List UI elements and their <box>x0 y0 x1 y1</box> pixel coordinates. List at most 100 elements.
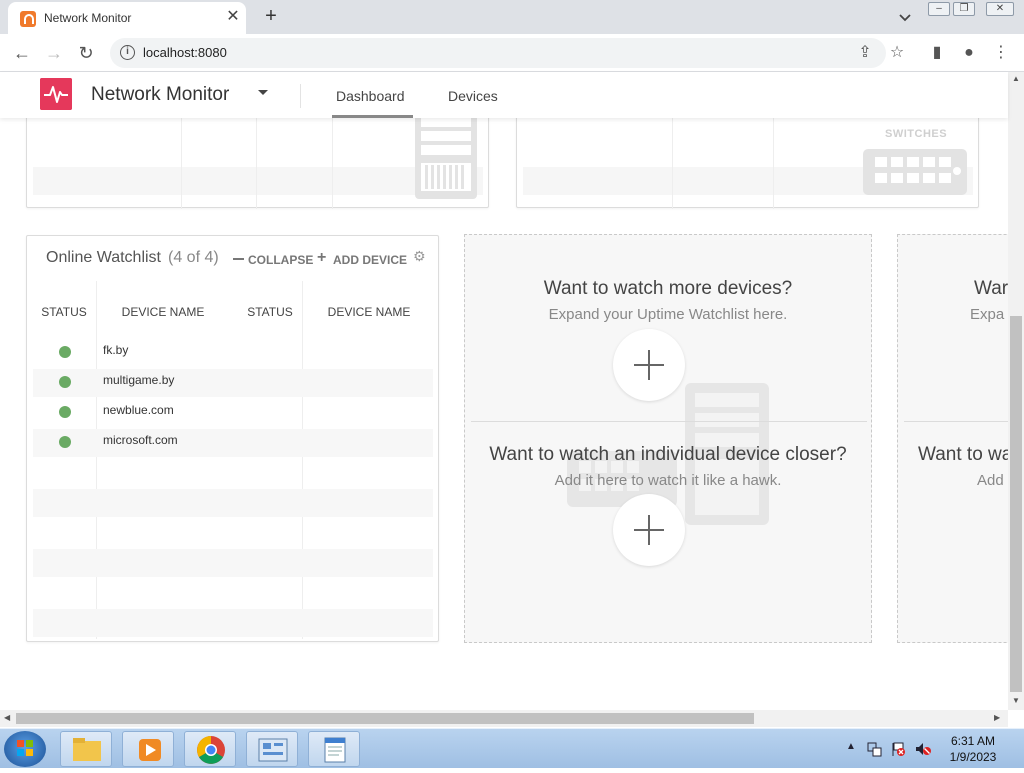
tab-search-chevron-icon[interactable] <box>896 8 914 26</box>
site-info-icon[interactable]: i <box>120 45 135 60</box>
tab-devices[interactable]: Devices <box>448 88 498 104</box>
server-rack-icon <box>415 118 477 199</box>
online-status-dot-icon <box>59 346 71 358</box>
online-status-dot-icon <box>59 406 71 418</box>
windows-start-button[interactable] <box>4 731 46 767</box>
device-name[interactable]: microsoft.com <box>103 433 178 447</box>
collapse-label: COLLAPSE <box>248 253 314 267</box>
back-arrow-icon[interactable]: ← <box>10 42 34 64</box>
table-row[interactable]: multigame.by <box>27 367 438 397</box>
new-tab-button[interactable]: + <box>260 5 282 27</box>
show-hidden-icons-arrow-icon[interactable]: ▲ <box>846 741 856 752</box>
close-window-button[interactable]: ✕ <box>986 2 1014 16</box>
header-divider <box>300 84 301 108</box>
switches-label: SWITCHES <box>885 128 948 140</box>
scroll-down-arrow-icon[interactable]: ▼ <box>1012 696 1020 705</box>
vertical-scroll-thumb[interactable] <box>1010 316 1022 692</box>
servers-card <box>26 118 489 209</box>
share-icon[interactable]: ⇪ <box>854 42 876 64</box>
active-tab-indicator <box>332 115 413 118</box>
watch-closer-title-partial: Want to wa <box>918 444 1008 465</box>
browser-menu-icon[interactable]: ⋮ <box>990 42 1012 64</box>
watch-more-title: Want to watch more devices? <box>543 278 793 299</box>
browser-toolbar: ← → ↻ i localhost:8080 ⇪ ☆ ▮ ● ⋮ <box>0 34 1024 72</box>
browser-tabstrip: Network Monitor ✕ + – ❐ ✕ <box>0 0 1024 34</box>
scroll-left-arrow-icon[interactable]: ◀ <box>4 713 10 722</box>
plus-icon: + <box>317 249 327 266</box>
network-monitor-favicon-icon <box>20 11 36 27</box>
vertical-scrollbar[interactable]: ▲ ▼ <box>1008 72 1024 710</box>
close-tab-icon[interactable]: ✕ <box>224 8 242 26</box>
dashboard-content: SWITCHES Online Watchlist (4 of 4) COLLA… <box>0 118 1008 710</box>
watchlist-promo-panel-right: War Expa Want to wa Add <box>897 234 1008 643</box>
forward-arrow-icon[interactable]: → <box>42 42 66 64</box>
volume-muted-icon[interactable] <box>914 741 932 757</box>
network-monitor-logo-icon[interactable] <box>40 78 72 110</box>
column-header-device-name: DEVICE NAME <box>121 305 205 319</box>
device-name[interactable]: fk.by <box>103 343 128 357</box>
scroll-right-arrow-icon[interactable]: ▶ <box>994 713 1000 722</box>
online-status-dot-icon <box>59 376 71 388</box>
browser-tab[interactable]: Network Monitor ✕ <box>8 2 246 34</box>
chrome-icon <box>197 736 225 764</box>
add-watch-device-plus-icon[interactable] <box>613 329 685 401</box>
media-player-taskbar-button[interactable] <box>122 731 174 767</box>
clock-date: 1/9/2023 <box>949 750 997 764</box>
scroll-up-arrow-icon[interactable]: ▲ <box>1012 74 1020 83</box>
watch-closer-subtitle: Add it here to watch it like a hawk. <box>554 472 782 489</box>
horizontal-scroll-thumb[interactable] <box>16 713 754 724</box>
watchlist-count: (4 of 4) <box>168 249 219 266</box>
control-panel-taskbar-button[interactable] <box>246 731 298 767</box>
device-name[interactable]: multigame.by <box>103 373 174 387</box>
app-switcher-caret-icon[interactable] <box>258 90 268 95</box>
reload-icon[interactable]: ↻ <box>74 42 98 64</box>
media-player-icon <box>139 739 161 761</box>
online-watchlist-card: Online Watchlist (4 of 4) COLLAPSE + ADD… <box>26 235 439 642</box>
side-panel-icon[interactable]: ▮ <box>926 42 948 64</box>
file-explorer-taskbar-button[interactable] <box>60 731 112 767</box>
add-individual-device-plus-icon[interactable] <box>613 494 685 566</box>
windows-logo-icon <box>17 740 33 756</box>
network-switch-icon <box>863 149 967 195</box>
app-title[interactable]: Network Monitor <box>91 84 229 106</box>
settings-gear-icon[interactable]: ⚙ <box>413 248 426 265</box>
watch-more-subtitle: Expand your Uptime Watchlist here. <box>548 306 788 323</box>
column-header-device-name-2: DEVICE NAME <box>327 305 411 319</box>
app-header: Network Monitor Dashboard Devices <box>0 72 1008 118</box>
profile-avatar-icon[interactable]: ● <box>958 42 980 64</box>
column-header-status-2: STATUS <box>247 305 293 319</box>
watch-more-subtitle-partial: Expa <box>970 306 1005 323</box>
online-status-dot-icon <box>59 436 71 448</box>
clock-time: 6:31 AM <box>950 734 996 748</box>
add-device-label: ADD DEVICE <box>333 253 408 267</box>
device-name[interactable]: newblue.com <box>103 403 174 417</box>
tab-title: Network Monitor <box>44 11 132 25</box>
horizontal-scrollbar[interactable]: ◀ ▶ <box>0 710 1008 727</box>
notepad-taskbar-button[interactable] <box>308 731 360 767</box>
tab-dashboard[interactable]: Dashboard <box>336 88 405 104</box>
switches-card: SWITCHES <box>516 118 979 209</box>
notepad-icon <box>324 737 346 763</box>
chrome-taskbar-button[interactable] <box>184 731 236 767</box>
minus-icon <box>233 258 244 260</box>
url-text[interactable]: localhost:8080 <box>143 45 227 60</box>
minimize-window-button[interactable]: – <box>928 2 950 16</box>
table-row[interactable]: fk.by <box>27 337 438 367</box>
bookmark-star-icon[interactable]: ☆ <box>886 42 908 64</box>
table-row-stripe <box>33 609 433 637</box>
control-panel-icon <box>258 738 288 762</box>
folder-icon <box>73 738 101 761</box>
watch-closer-title: Want to watch an individual device close… <box>489 444 847 465</box>
network-tray-icon[interactable] <box>866 741 882 757</box>
address-bar[interactable]: i localhost:8080 <box>110 38 886 68</box>
table-row[interactable]: microsoft.com <box>27 427 438 457</box>
watchlist-promo-panel: Want to watch more devices? Expand your … <box>464 234 872 643</box>
taskbar-clock[interactable]: 6:31 AM 1/9/2023 <box>940 733 1006 765</box>
table-row-stripe <box>33 489 433 517</box>
maximize-window-button[interactable]: ❐ <box>953 2 975 16</box>
table-row[interactable]: newblue.com <box>27 397 438 427</box>
watchlist-title: Online Watchlist <box>46 249 161 266</box>
column-header-status: STATUS <box>41 305 87 319</box>
action-center-warning-icon[interactable] <box>890 741 906 757</box>
windows-taskbar: ▲ 6:31 AM 1/9/2023 <box>0 728 1024 768</box>
